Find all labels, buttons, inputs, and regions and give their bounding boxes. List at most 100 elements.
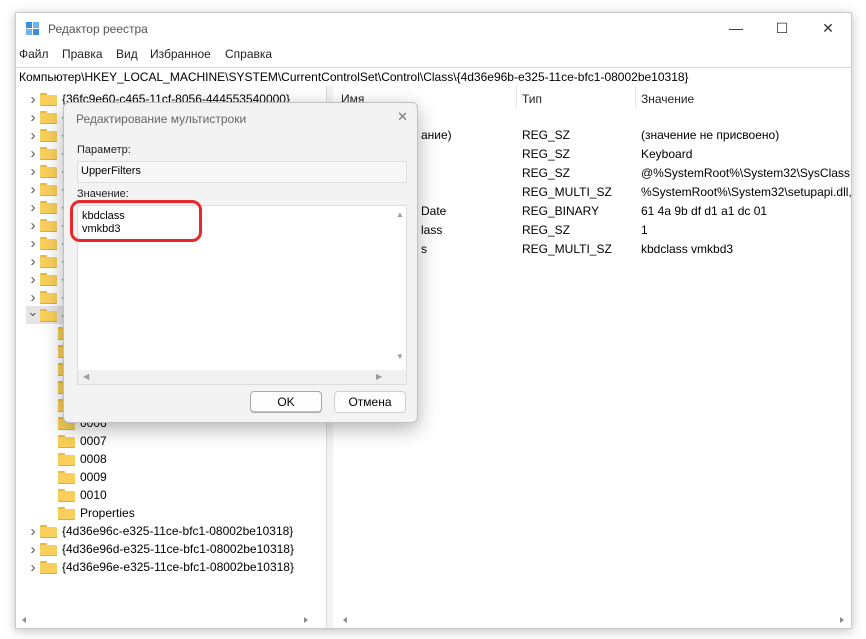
scroll-left-icon[interactable]: ◀ [83,372,89,381]
col-data-header[interactable]: Значение [641,92,694,106]
chevron-right-icon[interactable]: › [26,90,40,108]
tree-node[interactable]: › {4d36e96e-e325-11ce-bfc1-08002be10318} [26,558,294,576]
menu-favorites[interactable]: Избранное [150,47,211,61]
textarea-vertical-scrollbar[interactable]: ▲ ▼ [393,206,406,368]
chevron-right-icon[interactable]: › [26,198,40,216]
folder-icon [40,236,57,250]
menu-help[interactable]: Справка [225,47,272,61]
param-name-field: UpperFilters [77,161,407,183]
scroll-arrows-icon [22,617,844,623]
chevron-right-icon[interactable]: › [26,180,40,198]
param-name-value: UpperFilters [81,165,141,177]
folder-icon [40,146,57,160]
folder-icon [40,128,57,142]
menu-view[interactable]: Вид [116,47,138,61]
value-type: REG_MULTI_SZ [522,242,612,256]
folder-icon [40,182,57,196]
tree-node[interactable]: 0007 [44,432,107,450]
chevron-right-icon[interactable]: › [26,270,40,288]
tree-node-label[interactable]: {4d36e96c-e325-11ce-bfc1-08002be10318} [62,524,293,538]
scroll-right-icon[interactable]: ▶ [376,372,382,381]
chevron-right-icon[interactable]: › [26,126,40,144]
folder-icon [58,452,75,466]
value-data: 61 4a 9b df d1 a1 dc 01 [641,204,768,218]
value-type: REG_SZ [522,128,571,142]
value-data: kbdclass vmkbd3 [641,242,734,256]
value-type: REG_MULTI_SZ [522,185,612,199]
col-separator[interactable] [516,86,517,108]
scroll-up-icon[interactable]: ▲ [396,210,404,219]
col-separator[interactable] [635,86,636,108]
close-button[interactable]: ✕ [805,13,851,43]
minimize-button[interactable]: — [713,13,759,43]
tree-node-label[interactable]: 0009 [80,470,107,484]
chevron-right-icon[interactable]: › [26,108,40,126]
tree-node[interactable]: › {4d36e96c-e325-11ce-bfc1-08002be10318} [26,522,294,540]
value-type: REG_SZ [522,166,571,180]
chevron-right-icon[interactable]: › [26,522,40,540]
chevron-right-icon[interactable]: › [26,216,40,234]
chevron-right-icon[interactable]: › [26,234,40,252]
folder-icon [40,560,57,574]
chevron-down-icon[interactable]: ⌄ [26,303,40,321]
value-name: lass [421,223,443,237]
value-type: REG_BINARY [522,204,600,218]
value-label: Значение: [77,188,129,200]
cancel-button[interactable]: Отмена [334,391,406,413]
scroll-down-icon[interactable]: ▼ [396,352,404,361]
value-type: REG_SZ [522,147,571,161]
col-type-header[interactable]: Тип [522,92,542,106]
horizontal-scrollbar[interactable] [16,613,851,628]
folder-icon [40,542,57,556]
folder-icon [58,488,75,502]
tree-node-label[interactable]: {4d36e96e-e325-11ce-bfc1-08002be10318} [62,560,294,574]
folder-icon [40,92,57,106]
value-name: s [421,242,427,256]
tree-node-label[interactable]: Properties [80,506,135,520]
highlight-annotation [70,200,202,242]
tree-node-label[interactable]: 0007 [80,434,107,448]
tree-node-label[interactable]: 0010 [80,488,107,502]
chevron-right-icon[interactable]: › [26,162,40,180]
menu-file[interactable]: Файл [19,47,49,61]
textarea-horizontal-scrollbar[interactable]: ◀ ▶ [78,370,406,384]
tree-node[interactable]: 0010 [44,486,107,504]
regedit-icon [26,22,39,35]
title-bar: Редактор реестра — ☐ ✕ [16,13,851,45]
tree-node[interactable]: › {4d36e96d-e325-11ce-bfc1-08002be10318} [26,540,294,558]
ok-button[interactable]: OK [250,391,322,413]
dialog-close-icon[interactable]: ✕ [397,109,408,125]
folder-icon [58,434,75,448]
address-bar[interactable]: Компьютер\HKEY_LOCAL_MACHINE\SYSTEM\Curr… [16,67,851,87]
folder-icon [40,308,57,322]
menu-edit[interactable]: Правка [62,47,103,61]
chevron-right-icon[interactable]: › [26,144,40,162]
tree-node[interactable]: 0009 [44,468,107,486]
value-data: 1 [641,223,648,237]
tree-node-label[interactable]: {4d36e96d-e325-11ce-bfc1-08002be10318} [62,542,294,556]
folder-icon [58,506,75,520]
chevron-right-icon[interactable]: › [26,558,40,576]
tree-node[interactable]: 0008 [44,450,107,468]
menu-bar: Файл Правка Вид Избранное Справка [16,45,851,65]
dialog-title: Редактирование мультистроки [76,112,247,126]
address-path[interactable]: Компьютер\HKEY_LOCAL_MACHINE\SYSTEM\Curr… [19,70,689,84]
window-title: Редактор реестра [48,22,148,36]
tree-node[interactable]: Properties [44,504,135,522]
param-label: Параметр: [77,144,131,156]
chevron-right-icon[interactable]: › [26,540,40,558]
value-data: %SystemRoot%\System32\setupapi.dll,- [641,185,851,199]
chevron-right-icon[interactable]: › [26,252,40,270]
tree-node-label[interactable]: 0008 [80,452,107,466]
maximize-button[interactable]: ☐ [759,13,805,43]
